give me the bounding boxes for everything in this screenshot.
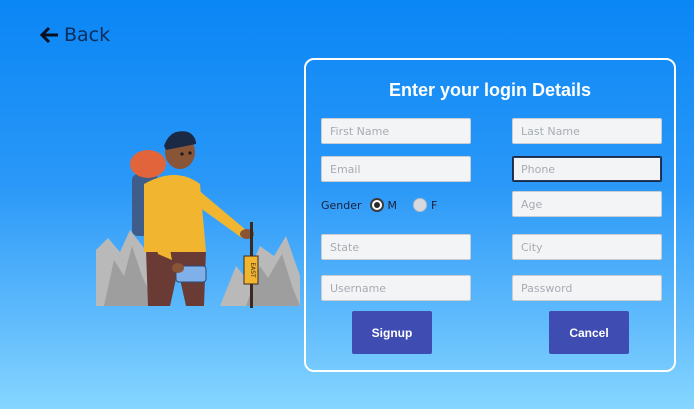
hiker-illustration: EAST [96, 131, 300, 308]
gender-label: Gender [321, 198, 362, 212]
signpost-text: EAST [249, 262, 256, 278]
username-input[interactable] [321, 275, 471, 301]
gender-m-label: M [387, 198, 398, 212]
first-name-input[interactable] [321, 118, 471, 144]
gender-f-radio[interactable] [413, 198, 428, 212]
state-input[interactable] [321, 234, 471, 260]
last-name-input[interactable] [512, 118, 662, 144]
form-title: Enter your login Details [388, 80, 592, 100]
gender-m-radio[interactable] [369, 198, 384, 212]
back-link[interactable]: Back [40, 24, 110, 46]
email-input[interactable] [321, 156, 471, 182]
back-label: Back [64, 24, 111, 46]
cancel-button[interactable]: Cancel [549, 311, 629, 354]
gender-f-label: F [431, 198, 438, 212]
signup-button[interactable]: Signup [352, 311, 432, 354]
city-input[interactable] [512, 234, 662, 260]
gender-group: Gender M F [321, 194, 437, 216]
password-input[interactable] [512, 275, 662, 301]
arrow-left-icon [40, 26, 58, 44]
age-input[interactable] [512, 191, 662, 217]
phone-input[interactable] [512, 156, 662, 182]
